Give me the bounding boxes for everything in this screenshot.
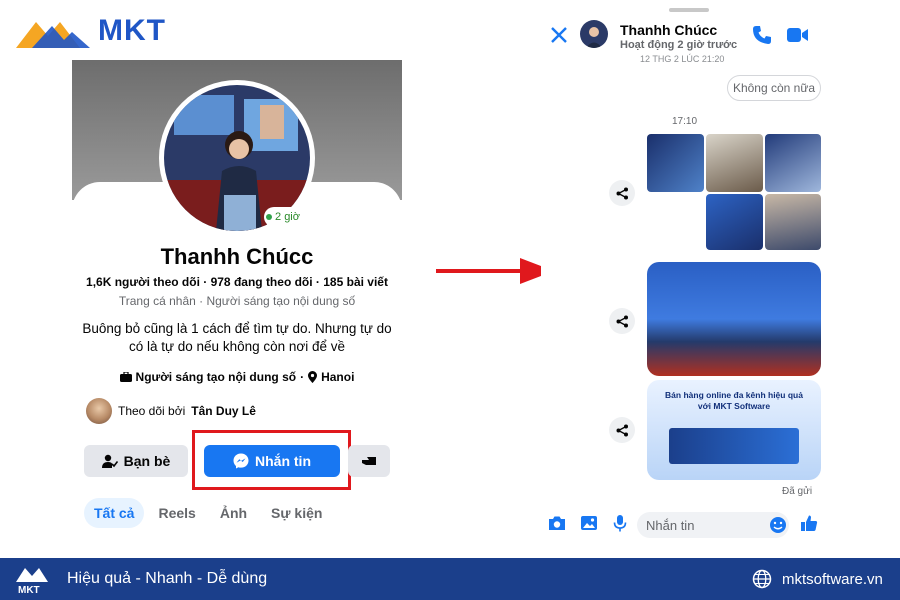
close-icon[interactable]: [548, 24, 570, 46]
footer-slogan: Hiệu quả - Nhanh - Dễ dùng: [67, 570, 268, 587]
tab-reels[interactable]: Reels: [148, 498, 205, 528]
chat-photo-group[interactable]: [647, 262, 821, 376]
tab-all[interactable]: Tất cả: [84, 498, 145, 528]
followed-by-name: Tân Duy Lê: [191, 404, 256, 418]
chat-photo[interactable]: [765, 194, 821, 250]
message-input[interactable]: Nhắn tin: [637, 512, 789, 538]
message-bubble[interactable]: Không còn nữa: [727, 75, 821, 101]
briefcase-icon: [119, 372, 132, 382]
drag-handle[interactable]: [669, 8, 709, 12]
tab-events[interactable]: Sự kiện: [261, 498, 332, 528]
promo-banner[interactable]: Bán hàng online đa kênh hiệu quả với MKT…: [647, 380, 821, 480]
svg-text:MKT: MKT: [18, 585, 40, 594]
sent-status: Đã gửi: [782, 486, 813, 497]
tab-photos[interactable]: Ảnh: [210, 498, 257, 528]
more-button[interactable]: [348, 445, 390, 477]
category-label: Người sáng tạo nội dung số: [135, 370, 297, 384]
promo-banner-products: [669, 428, 799, 464]
hand-point-icon: [362, 457, 376, 465]
mkt-footer-logo: MKT: [16, 568, 48, 594]
microphone-icon[interactable]: [613, 514, 627, 532]
friend-check-icon: [101, 454, 118, 468]
globe-icon: [752, 569, 772, 589]
chat-contact-status: Hoạt động 2 giờ trước: [620, 39, 738, 51]
emoji-icon[interactable]: [769, 516, 787, 534]
chat-contact-name: Thanhh Chúcc: [620, 22, 718, 38]
brand-name: MKT: [98, 14, 166, 47]
online-badge: 2 giờ: [264, 207, 302, 227]
location-label: Hanoi: [321, 370, 355, 384]
profile-bio: Buông bỏ cũng là 1 cách để tìm tự do. Nh…: [82, 321, 392, 354]
followed-by[interactable]: Theo dõi bởi Tân Duy Lê: [86, 398, 256, 424]
thumbs-up-icon[interactable]: [800, 514, 818, 532]
meta-separator: ·: [300, 370, 305, 384]
share-icon[interactable]: [609, 308, 635, 334]
follower-avatar: [86, 398, 112, 424]
profile-subtitle: Trang cá nhân · Người sáng tạo nội dung …: [118, 294, 356, 308]
camera-icon[interactable]: [548, 515, 566, 531]
arrow-right-icon: [436, 258, 554, 284]
chat-date-stamp: 12 THG 2 LÚC 21:20: [640, 54, 725, 64]
chat-avatar[interactable]: [580, 20, 608, 48]
profile-tabs: Tất cả Reels Ảnh Sự kiện: [84, 498, 332, 528]
location-pin-icon: [308, 371, 318, 383]
share-icon[interactable]: [609, 180, 635, 206]
followed-by-prefix: Theo dõi bởi: [118, 404, 186, 418]
chat-photo[interactable]: [706, 134, 763, 192]
share-icon[interactable]: [609, 417, 635, 443]
profile-meta: Người sáng tạo nội dung số · Hanoi: [72, 370, 402, 384]
friends-button[interactable]: Bạn bè: [84, 445, 188, 477]
chat-time-separator: 17:10: [672, 116, 698, 127]
chat-photo[interactable]: [765, 134, 821, 192]
image-icon[interactable]: [580, 515, 598, 531]
highlight-frame: [192, 430, 351, 490]
profile-name: Thanhh Chúcc: [160, 244, 314, 269]
chat-photo[interactable]: [706, 194, 763, 250]
profile-stats: 1,6K người theo dõi · 978 đang theo dõi …: [86, 275, 388, 289]
footer-website[interactable]: mktsoftware.vn: [782, 571, 883, 588]
phone-icon[interactable]: [752, 25, 772, 45]
video-camera-icon[interactable]: [787, 26, 809, 44]
chat-photo[interactable]: [647, 134, 704, 192]
promo-banner-title: Bán hàng online đa kênh hiệu quả với MKT…: [665, 390, 803, 411]
friends-button-label: Bạn bè: [123, 453, 171, 469]
